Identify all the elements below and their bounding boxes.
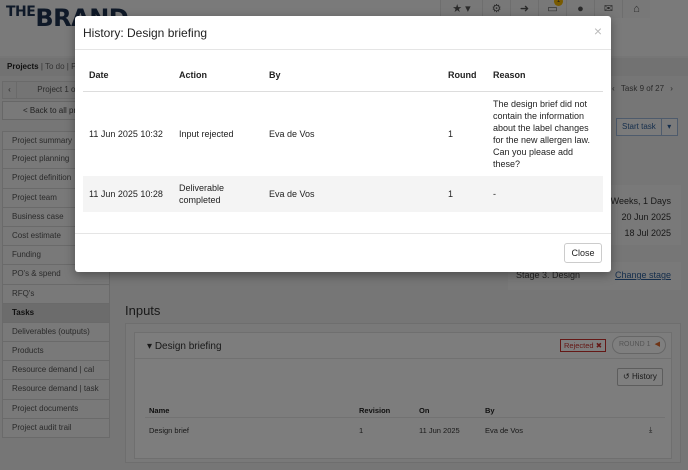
history-date: 11 Jun 2025 10:32 [89,128,163,139]
col-by: By [263,59,442,92]
history-action: Deliverable completed [173,176,263,212]
table-row: 11 Jun 2025 10:28 Deliverable completed … [83,176,603,212]
col-round: Round [442,59,487,92]
history-reason: - [487,176,603,212]
history-table: Date Action By Round Reason 11 Jun 2025 … [83,59,603,212]
close-button[interactable]: Close [564,243,602,263]
history-date: 11 Jun 2025 10:28 [83,176,173,212]
close-icon[interactable]: × [594,23,602,39]
history-action: Input rejected [179,128,234,139]
col-action: Action [173,59,263,92]
history-modal: History: Design briefing × Date Action B… [75,16,611,272]
modal-body: Date Action By Round Reason 11 Jun 2025 … [75,50,611,234]
history-round: 1 [442,176,487,212]
modal-title: History: Design briefing [83,26,208,40]
modal-header: History: Design briefing × [75,16,611,50]
modal-footer: Close [75,234,611,271]
table-row: 11 Jun 2025 10:32 Input rejected Eva de … [83,91,603,176]
col-reason: Reason [487,59,603,92]
history-round: 1 [448,128,454,139]
history-by: Eva de Vos [263,176,442,212]
history-by: Eva de Vos [269,128,315,139]
col-date: Date [83,59,173,92]
history-reason: The design brief did not contain the inf… [493,98,591,169]
